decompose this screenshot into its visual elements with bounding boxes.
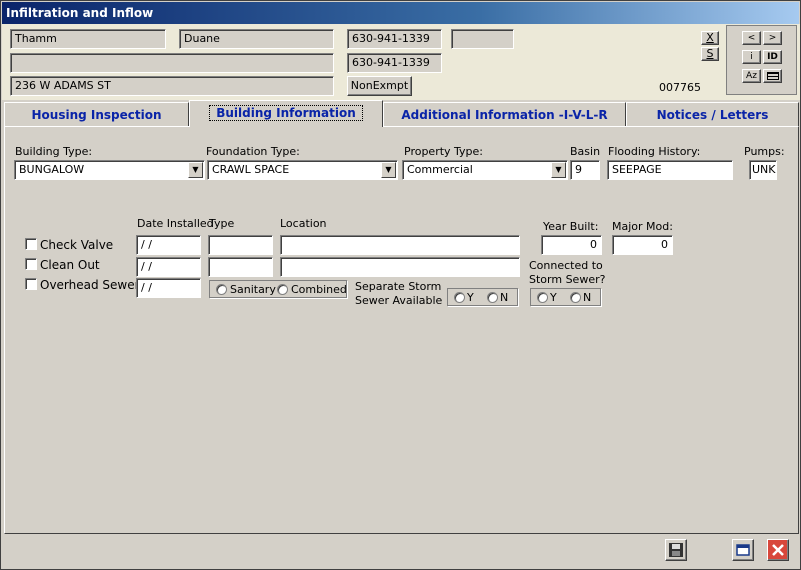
connected-no-radio[interactable] <box>570 292 581 303</box>
check-valve-checkbox[interactable] <box>25 238 37 250</box>
year-built-label: Year Built: <box>543 220 599 233</box>
save-button[interactable] <box>665 539 687 561</box>
main-window: Infiltration and Inflow Thamm Duane 630-… <box>0 0 801 570</box>
dropdown-arrow-icon: ▼ <box>381 162 396 178</box>
grid-icon <box>766 72 779 80</box>
first-name-field[interactable]: Duane <box>179 29 334 49</box>
maximize-button[interactable] <box>732 539 754 561</box>
yes-label: Y <box>550 291 557 304</box>
overhead-sewer-label: Overhead Sewer <box>40 278 140 292</box>
info-button[interactable]: i <box>742 50 761 64</box>
dropdown-arrow-icon: ▼ <box>188 162 203 178</box>
window-title: Infiltration and Inflow <box>2 2 799 24</box>
separate-storm-label: Separate Storm <box>355 280 442 293</box>
check-valve-date-field[interactable]: / / <box>136 235 201 255</box>
exempt-button[interactable]: NonExmpt <box>347 76 412 96</box>
property-type-value: Commercial <box>407 163 473 176</box>
clean-out-label: Clean Out <box>40 258 100 272</box>
dropdown-arrow-icon: ▼ <box>551 162 566 178</box>
year-built-field[interactable]: 0 <box>541 235 602 255</box>
combined-radio[interactable] <box>277 284 288 295</box>
clean-out-location-field[interactable] <box>280 257 520 277</box>
type-header: Type <box>209 217 235 230</box>
building-type-select[interactable]: BUNGALOW ▼ <box>14 160 205 180</box>
next-record-button[interactable]: > <box>763 31 782 45</box>
yes-label: Y <box>467 291 474 304</box>
tab-panel <box>4 126 799 534</box>
major-mod-label: Major Mod: <box>612 220 673 233</box>
tab-additional-information[interactable]: Additional Information -I-V-L-R <box>383 102 626 126</box>
tab-label: Additional Information -I-V-L-R <box>401 108 608 122</box>
connected-to-label: Connected to <box>529 259 603 272</box>
storm-available-no-radio[interactable] <box>487 292 498 303</box>
pumps-label: Pumps: <box>744 145 785 158</box>
flooding-history-label: Flooding History: <box>608 145 701 158</box>
clean-out-type-field[interactable] <box>208 257 273 277</box>
tab-label: Building Information <box>209 105 363 121</box>
prev-record-button[interactable]: < <box>742 31 761 45</box>
phone2-field[interactable]: 630-941-1339 <box>347 53 442 73</box>
sort-button[interactable]: Az <box>742 69 761 83</box>
tab-label: Notices / Letters <box>656 108 769 122</box>
tab-housing-inspection[interactable]: Housing Inspection <box>4 102 189 126</box>
clean-out-checkbox[interactable] <box>25 258 37 270</box>
no-label: N <box>583 291 592 304</box>
clean-out-date-field[interactable]: / / <box>136 257 201 277</box>
property-type-label: Property Type: <box>404 145 484 158</box>
sanitary-radio[interactable] <box>216 284 227 295</box>
storm-sewer-available-radio-group: Y N <box>447 288 518 306</box>
line2-field[interactable] <box>10 53 334 73</box>
navigation-panel: < > i ID Az <box>726 25 797 95</box>
save-icon <box>669 543 683 557</box>
phone1-field[interactable]: 630-941-1339 <box>347 29 442 49</box>
tab-strip: Housing Inspection Building Information … <box>4 100 799 127</box>
x-button[interactable]: X <box>701 31 719 45</box>
last-name-field[interactable]: Thamm <box>10 29 166 49</box>
basin-label: Basin <box>570 145 601 158</box>
connected-yes-radio[interactable] <box>537 292 548 303</box>
major-mod-field[interactable]: 0 <box>612 235 673 255</box>
grid-button[interactable] <box>763 69 782 83</box>
tab-label: Housing Inspection <box>31 108 162 122</box>
location-header: Location <box>280 217 327 230</box>
property-type-select[interactable]: Commercial ▼ <box>402 160 568 180</box>
overhead-sewer-checkbox[interactable] <box>25 278 37 290</box>
sewer-type-radio-group: Sanitary Combined <box>209 280 347 298</box>
building-type-value: BUNGALOW <box>19 163 85 176</box>
pumps-field[interactable]: UNK <box>749 160 777 180</box>
connected-storm-sewer-radio-group: Y N <box>530 288 601 306</box>
window-icon <box>736 544 750 556</box>
foundation-type-select[interactable]: CRAWL SPACE ▼ <box>207 160 398 180</box>
extra-field[interactable] <box>451 29 514 49</box>
storm-available-yes-radio[interactable] <box>454 292 465 303</box>
check-valve-location-field[interactable] <box>280 235 520 255</box>
date-installed-header: Date Installed <box>137 217 214 230</box>
sewer-available-label: Sewer Available <box>355 294 443 307</box>
record-id: 007765 <box>659 81 701 94</box>
check-valve-type-field[interactable] <box>208 235 273 255</box>
close-button[interactable] <box>767 539 789 561</box>
tab-notices-letters[interactable]: Notices / Letters <box>626 102 799 126</box>
foundation-type-label: Foundation Type: <box>206 145 300 158</box>
foundation-type-value: CRAWL SPACE <box>212 163 290 176</box>
basin-field[interactable]: 9 <box>570 160 600 180</box>
tab-building-information[interactable]: Building Information <box>189 100 383 127</box>
storm-sewer-label: Storm Sewer? <box>529 273 606 286</box>
close-icon <box>772 544 784 556</box>
address-field[interactable]: 236 W ADAMS ST <box>10 76 334 96</box>
check-valve-label: Check Valve <box>40 238 114 252</box>
id-button[interactable]: ID <box>763 50 782 64</box>
s-button[interactable]: S <box>701 47 719 61</box>
sanitary-label: Sanitary <box>230 283 276 296</box>
combined-label: Combined <box>291 283 347 296</box>
building-type-label: Building Type: <box>15 145 93 158</box>
flooding-history-field[interactable]: SEEPAGE <box>607 160 733 180</box>
no-label: N <box>500 291 509 304</box>
overhead-sewer-date-field[interactable]: / / <box>136 278 201 298</box>
